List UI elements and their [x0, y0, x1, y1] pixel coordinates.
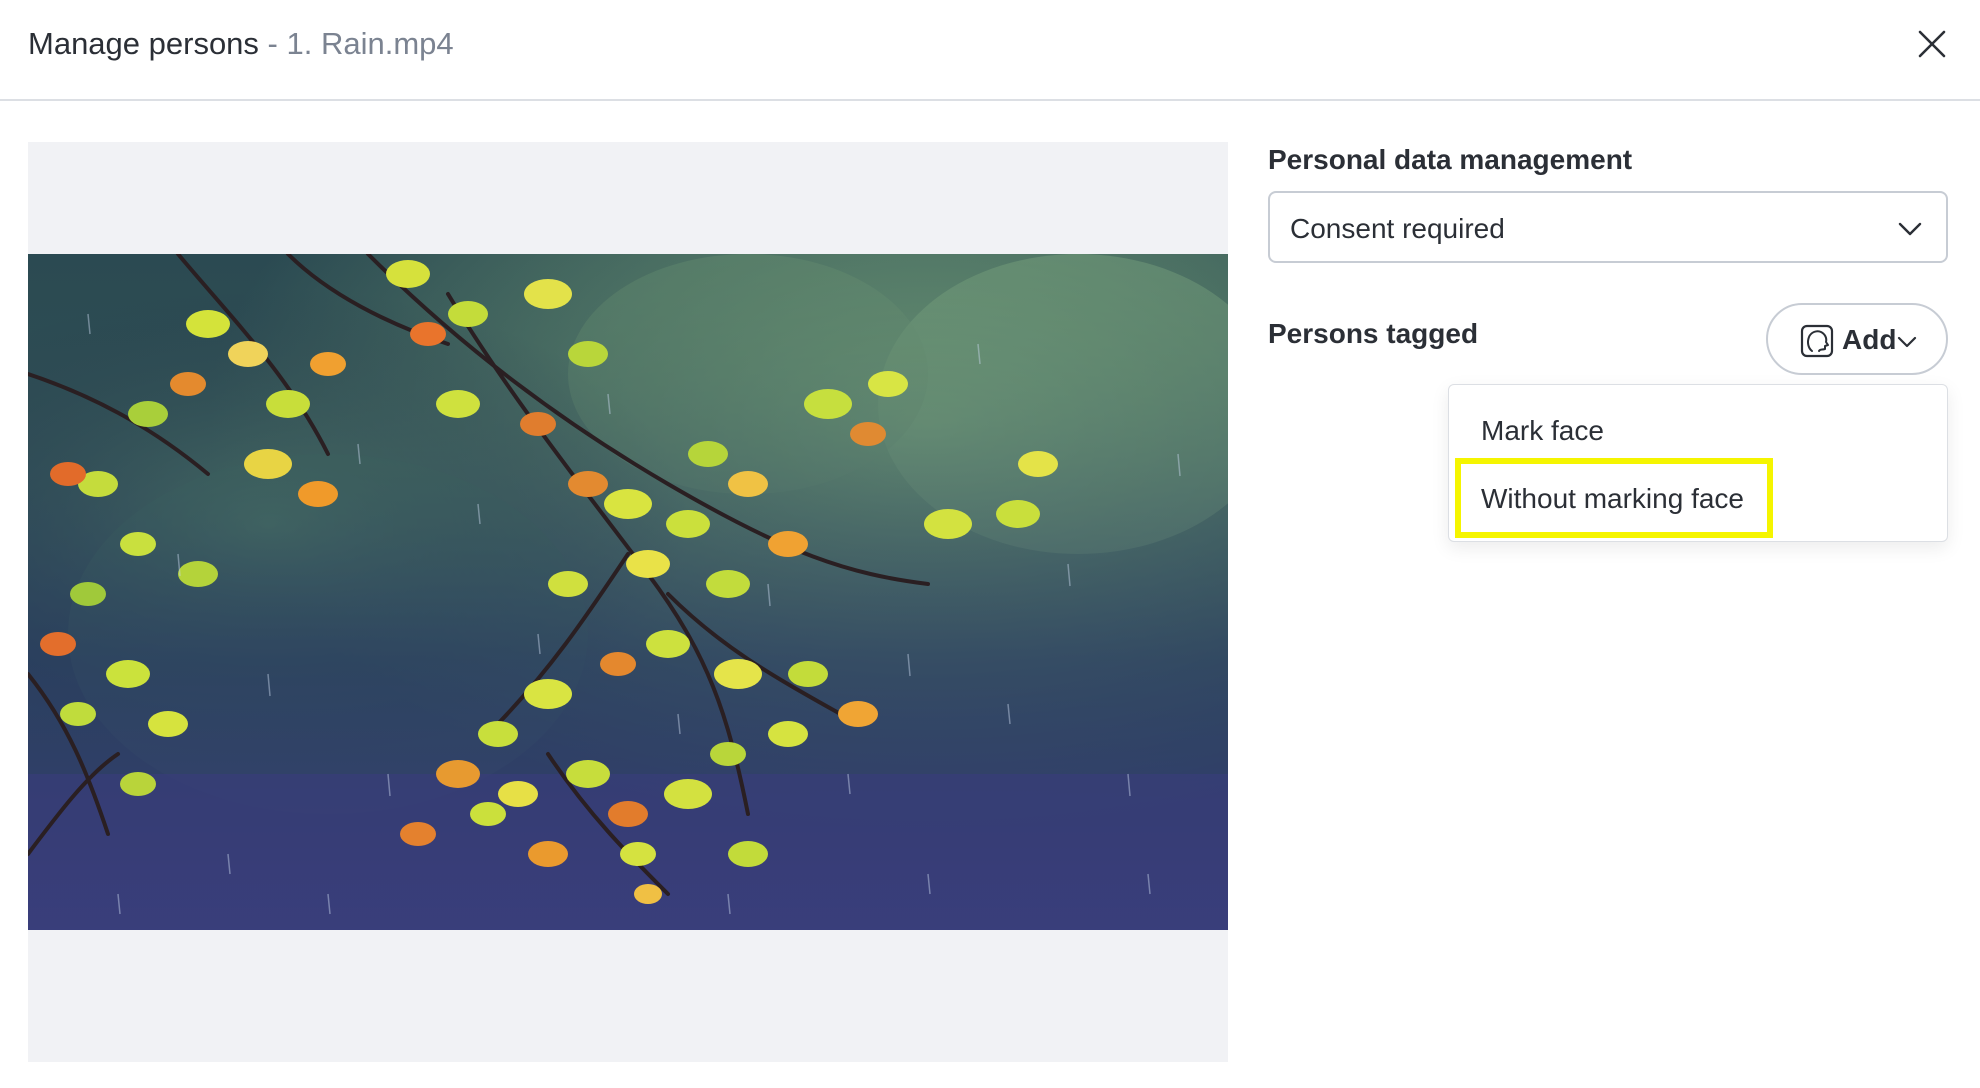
chevron-down-icon: [1897, 336, 1917, 348]
dialog-title: Manage persons - 1. Rain.mp4: [28, 24, 454, 64]
dialog-header: Manage persons - 1. Rain.mp4: [0, 0, 1980, 101]
add-person-button[interactable]: Add: [1766, 303, 1948, 375]
close-icon: [1918, 30, 1946, 58]
personal-data-selected-value: Consent required: [1290, 213, 1505, 244]
close-button[interactable]: [1914, 26, 1950, 62]
persons-tagged-label: Persons tagged: [1268, 318, 1479, 349]
menu-item-without-marking-face[interactable]: Without marking face: [1481, 481, 1744, 517]
personal-data-label: Personal data management: [1268, 144, 1633, 175]
video-preview[interactable]: [28, 254, 1228, 930]
chevron-down-icon: [1898, 222, 1922, 236]
face-icon: [1800, 324, 1834, 358]
add-button-label: Add: [1842, 324, 1897, 355]
personal-data-select[interactable]: Consent required: [1268, 191, 1948, 263]
menu-item-mark-face[interactable]: Mark face: [1481, 413, 1604, 449]
video-frame-image: [28, 254, 1228, 930]
add-person-menu: Mark face Without marking face: [1448, 384, 1948, 542]
title-separator: -: [258, 26, 287, 61]
file-name: 1. Rain.mp4: [286, 26, 454, 61]
title-text: Manage persons: [28, 26, 259, 61]
